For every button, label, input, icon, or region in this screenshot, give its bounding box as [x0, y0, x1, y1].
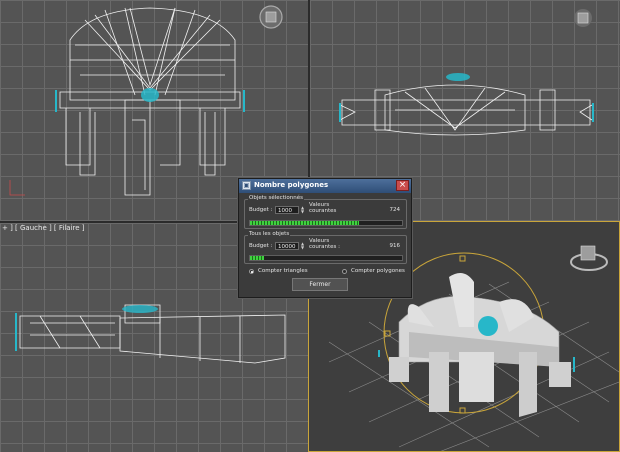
- budget-label-all: Budget :: [249, 243, 273, 249]
- viewport-label-left[interactable]: + ] [ Gauche ] [ Filaire ]: [2, 224, 85, 232]
- budget-input-all[interactable]: 10000: [275, 242, 299, 250]
- budget-stepper-all[interactable]: ▲ ▼: [300, 242, 305, 250]
- close-button[interactable]: Fermer: [292, 278, 348, 291]
- progress-bar-all: [249, 255, 403, 261]
- progress-bar-selected: [249, 220, 403, 226]
- current-label-selected: Valeurs courantes: [309, 202, 337, 214]
- group-selected-objects: Objets sélectionnés Budget : 1000 ▲ ▼ Val…: [244, 195, 407, 229]
- current-value-all: 916: [389, 243, 401, 249]
- app-icon: ▣: [242, 181, 251, 190]
- radio-count-polygons[interactable]: [342, 269, 347, 274]
- close-icon[interactable]: ×: [396, 180, 409, 191]
- progress-fill-all: [250, 256, 264, 260]
- current-label-all: Valeurs courantes :: [309, 238, 340, 250]
- radio-count-triangles[interactable]: [249, 269, 254, 274]
- current-value-selected: 724: [389, 207, 401, 213]
- group-all-objects: Tous les objets Budget : 10000 ▲ ▼ Valeur…: [244, 231, 407, 264]
- budget-label-selected: Budget :: [249, 207, 273, 213]
- group-title-selected: Objets sélectionnés: [248, 195, 304, 201]
- progress-fill-selected: [250, 221, 360, 225]
- group-title-all: Tous les objets: [248, 231, 291, 237]
- budget-input-selected[interactable]: 1000: [275, 206, 299, 214]
- label-count-polygons[interactable]: Compter polygones: [351, 268, 405, 274]
- dialog-title: Nombre polygones: [254, 181, 329, 189]
- label-count-triangles[interactable]: Compter triangles: [258, 268, 308, 274]
- dialog-titlebar[interactable]: ▣ Nombre polygones ×: [239, 179, 411, 193]
- budget-stepper-selected[interactable]: ▲ ▼: [300, 206, 305, 214]
